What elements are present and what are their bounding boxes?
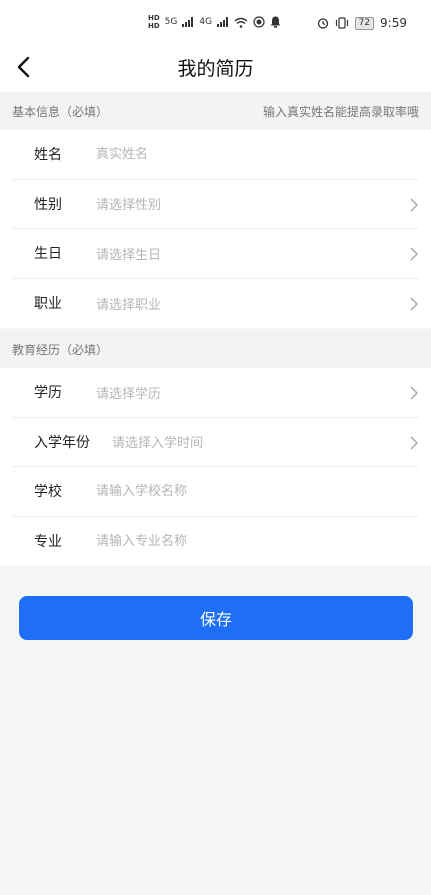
degree-placeholder: 请选择学历	[96, 386, 162, 402]
battery-icon: 72	[354, 16, 375, 30]
gender-placeholder: 请选择性别	[96, 198, 162, 214]
status-time: 9:59	[380, 16, 407, 30]
basic-info-card: 姓名 性别 请选择性别 生日 请选择生日 职业 请选择职业	[0, 130, 431, 328]
name-row[interactable]: 姓名	[12, 130, 419, 180]
major-row[interactable]: 专业	[12, 517, 419, 567]
degree-selector[interactable]: 学历 请选择学历	[12, 368, 419, 418]
school-row[interactable]: 学校	[12, 467, 419, 517]
chevron-right-icon	[410, 386, 419, 400]
notification-bell-icon	[270, 16, 281, 28]
birthday-label: 生日	[34, 246, 62, 263]
birthday-selector[interactable]: 生日 请选择生日	[12, 229, 419, 279]
chevron-right-icon	[410, 435, 419, 450]
birthday-placeholder: 请选择生日	[96, 247, 162, 263]
enrollment-year-selector[interactable]: 入学年份 请选择入学时间	[12, 418, 419, 467]
status-right: 72 9:59	[317, 16, 407, 30]
gender-selector[interactable]: 性别 请选择性别	[12, 180, 419, 229]
basic-info-hint: 输入真实姓名能提高录取率哦	[262, 105, 419, 119]
alarm-icon	[317, 18, 328, 29]
occupation-label: 职业	[34, 296, 62, 313]
net-5g-label: 5G	[164, 17, 178, 27]
gender-label: 性别	[34, 196, 62, 213]
education-title: 教育经历（必填）	[12, 343, 109, 357]
chevron-right-icon	[410, 247, 419, 261]
status-left: HD HD 5G 4G	[148, 14, 281, 30]
name-input[interactable]	[96, 139, 419, 170]
education-section-header: 教育经历（必填）	[0, 330, 431, 368]
app-header: 我的简历	[0, 42, 431, 92]
page-title: 我的简历	[177, 58, 254, 80]
hd-top-label: HD	[148, 14, 160, 22]
school-label: 学校	[34, 484, 62, 501]
net-4g-label: 4G	[199, 17, 213, 27]
chevron-right-icon	[410, 296, 419, 311]
name-label: 姓名	[34, 147, 62, 164]
status-bar: HD HD 5G 4G 72 9:59	[0, 0, 431, 42]
school-input[interactable]	[96, 476, 419, 507]
signal-icon	[217, 17, 229, 27]
major-input[interactable]	[96, 526, 419, 557]
signal-icon	[182, 17, 194, 27]
enrollment-year-placeholder: 请选择入学时间	[112, 436, 204, 452]
save-button[interactable]: 保存	[19, 596, 413, 640]
record-icon	[253, 16, 265, 28]
major-label: 专业	[34, 534, 62, 551]
enrollment-year-label: 入学年份	[34, 434, 90, 451]
hd-bottom-label: HD	[148, 22, 160, 30]
chevron-right-icon	[410, 197, 419, 212]
hd-indicator: HD HD	[148, 14, 160, 30]
basic-info-section-header: 基本信息（必填） 输入真实姓名能提高录取率哦	[0, 92, 431, 130]
education-card: 学历 请选择学历 入学年份 请选择入学时间 学校 专业	[0, 368, 431, 566]
basic-info-title: 基本信息（必填）	[12, 105, 109, 119]
vibrate-icon	[335, 17, 348, 29]
degree-label: 学历	[34, 385, 62, 402]
occupation-selector[interactable]: 职业 请选择职业	[12, 279, 419, 329]
wifi-icon	[234, 17, 248, 28]
occupation-placeholder: 请选择职业	[96, 297, 162, 313]
